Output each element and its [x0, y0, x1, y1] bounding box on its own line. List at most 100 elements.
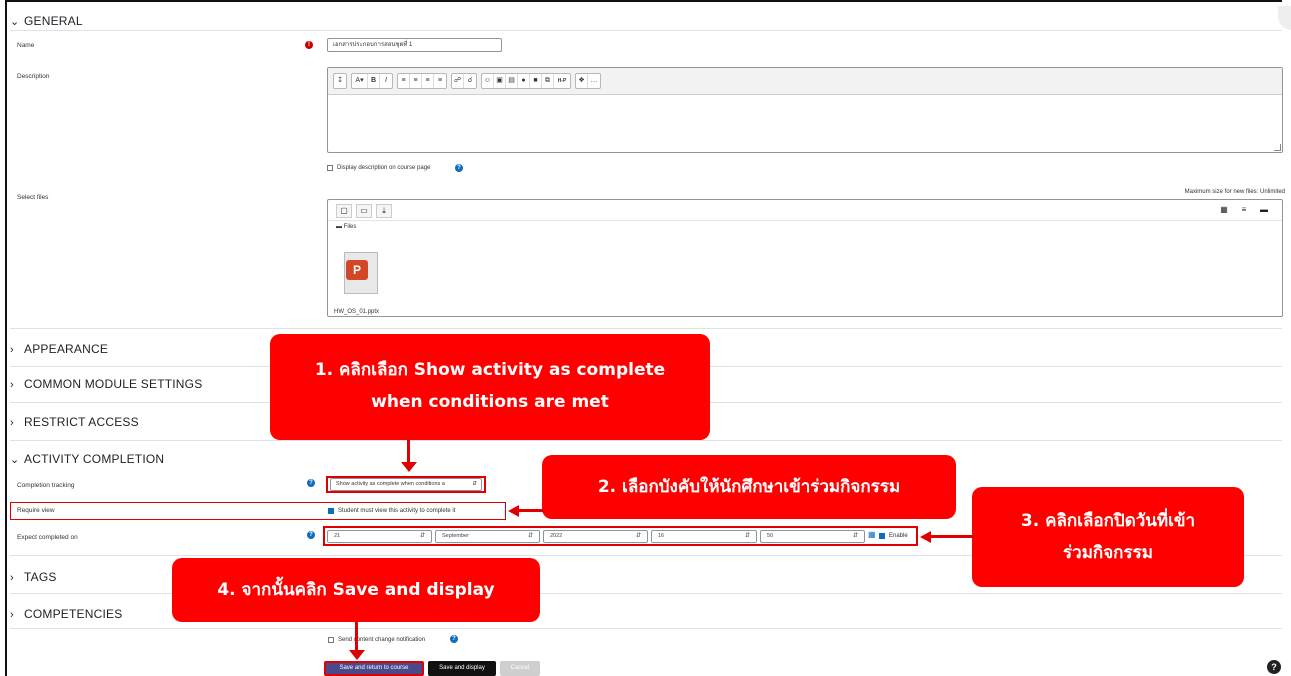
- bold-icon[interactable]: B: [368, 74, 380, 88]
- section-competencies[interactable]: › COMPETENCIES: [10, 607, 122, 621]
- add-file-icon[interactable]: ▢: [336, 204, 352, 218]
- required-icon: !: [305, 41, 313, 49]
- video-icon[interactable]: ■: [530, 74, 542, 88]
- frame-top-border: [5, 0, 1282, 2]
- microphone-icon[interactable]: ●: [518, 74, 530, 88]
- display-description-checkbox[interactable]: [327, 165, 333, 171]
- arrow-down-icon: [401, 462, 417, 472]
- completion-tracking-label: Completion tracking: [17, 482, 75, 489]
- chevron-right-icon: ›: [10, 344, 14, 356]
- file-name[interactable]: HW_OS_01.pptx: [334, 309, 379, 315]
- chevron-right-icon: ›: [10, 572, 14, 584]
- date-year-select[interactable]: 2022 ⇵: [543, 530, 648, 543]
- folder-icon: ▬: [336, 224, 342, 230]
- chevron-right-icon: ›: [10, 609, 14, 621]
- date-hour-select[interactable]: 16 ⇵: [651, 530, 757, 543]
- help-icon[interactable]: ?: [307, 531, 315, 539]
- folder-view-icon[interactable]: ▬: [1254, 204, 1274, 216]
- send-notification-label: Send content change notification: [338, 637, 426, 643]
- select-caret-icon: ⇵: [852, 533, 858, 539]
- arrow-down-icon: [349, 650, 365, 660]
- chevron-down-icon: ⌄: [10, 16, 20, 28]
- help-icon[interactable]: ?: [450, 635, 458, 643]
- callout-step-3: 3. คลิกเลือกปิดวันที่เข้า ร่วมกิจกรรม: [972, 487, 1244, 587]
- file-actions: ▢ ▭ ⤓: [336, 204, 431, 218]
- toolbar-toggle-icon[interactable]: ↧: [334, 74, 346, 88]
- view-switcher: ▦ ≡ ▬: [1214, 204, 1274, 216]
- section-tags[interactable]: › TAGS: [10, 570, 57, 584]
- display-description-label: Display description on course page: [337, 165, 431, 171]
- enable-checkbox[interactable]: [879, 533, 885, 539]
- calendar-icon[interactable]: ▦: [868, 530, 876, 539]
- help-icon[interactable]: ?: [455, 164, 463, 172]
- bullet-list-icon[interactable]: ≡: [398, 74, 410, 88]
- max-size-text: Maximum size for new files: Unlimited: [1184, 189, 1285, 195]
- expect-completed-label: Expect completed on: [17, 534, 78, 541]
- help-icon[interactable]: ?: [307, 479, 315, 487]
- section-activity-completion[interactable]: ⌄ ACTIVITY COMPLETION: [10, 452, 164, 466]
- enable-label: Enable: [889, 533, 908, 539]
- select-files-label: Select files: [17, 194, 49, 201]
- chevron-down-icon: ⌄: [10, 454, 20, 466]
- editor-toolbar: ↧ A▾ B I ≡ ≡ ≡ ≡ ☍ ☌ ☺ ▣ ▤ ● ■ ⧉ H-P ❖ …: [328, 68, 1282, 95]
- create-folder-icon[interactable]: ▭: [356, 204, 372, 218]
- date-minute-select[interactable]: 50 ⇵: [760, 530, 865, 543]
- section-general[interactable]: ⌄ GENERAL: [10, 14, 83, 28]
- italic-icon[interactable]: I: [380, 74, 392, 88]
- arrow-shaft: [930, 535, 974, 538]
- select-caret-icon: ⇵: [635, 533, 641, 539]
- section-appearance[interactable]: › APPEARANCE: [10, 342, 108, 356]
- cancel-button[interactable]: Cancel: [500, 661, 540, 676]
- unlink-icon[interactable]: ☌: [464, 74, 476, 88]
- select-caret-icon: ⇵: [744, 533, 750, 539]
- save-display-button[interactable]: Save and display: [428, 661, 496, 676]
- require-view-label: Require view: [17, 507, 55, 514]
- accessibility-icon[interactable]: ❖: [576, 74, 588, 88]
- date-day-select[interactable]: 21 ⇵: [327, 530, 432, 543]
- arrow-left-icon: [920, 531, 931, 543]
- chevron-right-icon: ›: [10, 379, 14, 391]
- numbered-list-icon[interactable]: ≡: [410, 74, 422, 88]
- files-folder-path: ▬ Files: [336, 224, 357, 230]
- copy-icon[interactable]: ⧉: [542, 74, 554, 88]
- editor-resize-handle[interactable]: [1274, 144, 1281, 151]
- name-label: Name: [17, 42, 35, 49]
- save-return-button[interactable]: Save and return to course: [324, 661, 424, 676]
- help-fab-icon[interactable]: ?: [1267, 660, 1281, 674]
- font-size-icon[interactable]: A▾: [352, 74, 368, 88]
- arrow-shaft: [355, 622, 358, 652]
- description-label: Description: [17, 73, 50, 80]
- emoji-icon[interactable]: ☺: [482, 74, 494, 88]
- download-icon[interactable]: ⤓: [376, 204, 392, 218]
- link-icon[interactable]: ☍: [452, 74, 464, 88]
- h5p-icon[interactable]: H-P: [554, 74, 570, 88]
- list-view-icon[interactable]: ≡: [1234, 204, 1254, 216]
- description-editor[interactable]: ↧ A▾ B I ≡ ≡ ≡ ≡ ☍ ☌ ☺ ▣ ▤ ● ■ ⧉ H-P ❖ …: [327, 67, 1283, 153]
- highlight-completion-tracking: [326, 476, 486, 493]
- divider: [10, 628, 1282, 629]
- media-icon[interactable]: ▤: [506, 74, 518, 88]
- send-notification-checkbox[interactable]: [328, 637, 334, 643]
- image-icon[interactable]: ▣: [494, 74, 506, 88]
- date-month-select[interactable]: September ⇵: [435, 530, 540, 543]
- indent-icon[interactable]: ≡: [422, 74, 434, 88]
- select-caret-icon: ⇵: [527, 533, 533, 539]
- name-input[interactable]: เอกสารประกอบการสอนชุดที่ 1: [327, 38, 502, 52]
- grid-view-icon[interactable]: ▦: [1214, 204, 1234, 216]
- callout-step-2: 2. เลือกบังคับให้นักศึกษาเข้าร่วมกิจกรรม: [542, 455, 956, 519]
- require-view-checkbox[interactable]: [328, 508, 334, 514]
- select-caret-icon: ⇵: [419, 533, 425, 539]
- frame-left-border: [5, 0, 7, 676]
- require-view-text: Student must view this activity to compl…: [338, 508, 456, 514]
- pptx-file-icon[interactable]: P: [340, 250, 380, 294]
- section-restrict-access[interactable]: › RESTRICT ACCESS: [10, 415, 139, 429]
- divider: [10, 30, 1282, 31]
- file-picker[interactable]: ▢ ▭ ⤓ ▦ ≡ ▬ ▬ Files P HW_OS_01.pptx: [327, 199, 1283, 317]
- page-corner-shadow: [1278, 6, 1291, 30]
- html-icon[interactable]: …: [588, 74, 600, 88]
- section-common-module-settings[interactable]: › COMMON MODULE SETTINGS: [10, 377, 202, 391]
- outdent-icon[interactable]: ≡: [434, 74, 446, 88]
- arrow-shaft: [407, 440, 410, 464]
- callout-step-4: 4. จากนั้นคลิก Save and display: [172, 558, 540, 622]
- callout-step-1: 1. คลิกเลือก Show activity as complete w…: [270, 334, 710, 440]
